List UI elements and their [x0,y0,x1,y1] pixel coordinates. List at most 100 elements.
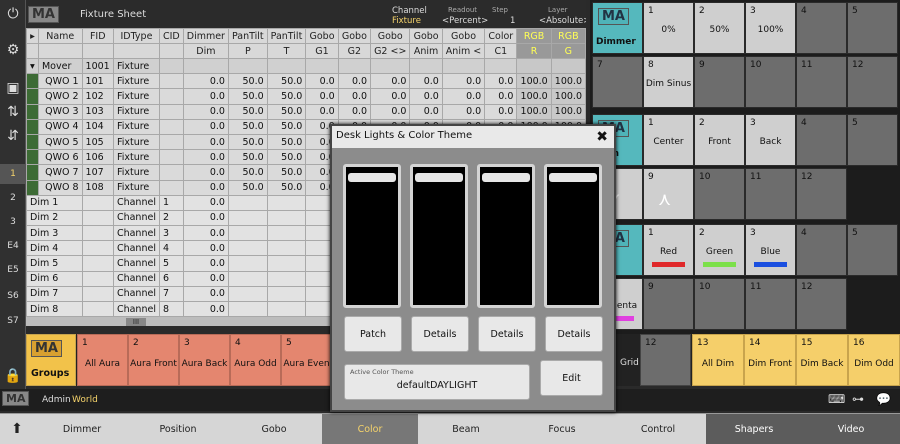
value-cell[interactable]: 0.0 [182,255,229,272]
value-cell[interactable]: 0.0 [337,73,372,90]
tab-color[interactable]: Color [322,414,418,444]
value-cell[interactable]: 0.0 [305,73,339,90]
preset-cell-d4[interactable]: 4 [796,2,847,54]
preset-cell-d11[interactable]: 11 [796,56,847,108]
value-cell[interactable]: 50.0 [227,73,268,90]
value-cell[interactable]: 0.0 [409,88,443,105]
value-cell[interactable]: 50.0 [266,149,307,166]
preset-cell-c3[interactable]: 3 Blue [745,224,796,276]
value-cell[interactable]: 0.0 [441,88,486,105]
value-cell[interactable]: 0.0 [305,88,339,105]
lock-icon[interactable]: 🔒 [0,368,26,384]
preset-cell-c12[interactable]: 12 [796,278,847,330]
column-subheader[interactable] [37,43,83,59]
value-cell[interactable]: 0.0 [182,240,229,257]
patch-button[interactable]: Patch [344,316,402,352]
group-cell[interactable]: 16 Dim Odd [848,334,900,386]
preset-cell-d12[interactable]: 12 [847,56,898,108]
preset-cell-c5[interactable]: 5 [847,224,898,276]
value-cell[interactable]: 0.0 [441,103,486,120]
preset-cell-c11[interactable]: 11 [745,278,796,330]
table-row[interactable]: QWO 2 102 Fixture 0.0 50.0 50.0 0.0 0.0 0.0 0.0 0.… [26,88,586,105]
value-cell[interactable]: 0.0 [370,88,411,105]
preset-cell-c9[interactable]: 9 [643,278,694,330]
keyboard-icon[interactable]: ⌨ [828,392,845,406]
value-cell[interactable]: 0.0 [370,103,411,120]
world-3[interactable]: 3 [0,217,26,227]
preset-cell-d9[interactable]: 9 [694,56,745,108]
tab-control[interactable]: Control [610,414,706,444]
column-subheader[interactable]: C1 [484,43,518,59]
tab-gobo[interactable]: Gobo [226,414,322,444]
value-cell[interactable]: 50.0 [227,118,268,135]
column-header[interactable]: PanTilt [227,28,268,44]
preset-cell-c1[interactable]: 1 Red [643,224,694,276]
value-cell[interactable]: 0.0 [182,209,229,227]
sliders-alt-icon[interactable]: ⇵ [0,128,26,144]
group-cell[interactable]: 12 [640,334,691,386]
collapse-icon[interactable]: ▾ [26,57,39,75]
tab-dimmer[interactable]: Dimmer [34,414,130,444]
network-icon[interactable]: ⊶ [852,392,864,406]
column-subheader[interactable] [112,43,160,59]
readout-value[interactable]: <Percent> [442,16,488,26]
value-cell[interactable]: 0.0 [409,103,443,120]
world-e5[interactable]: E5 [0,265,26,275]
value-cell[interactable]: 0.0 [182,194,229,211]
fixture-toggle[interactable]: Fixture [392,16,421,26]
fader-1[interactable] [343,164,401,308]
column-subheader[interactable]: G1 [305,43,339,59]
fader-3[interactable] [477,164,535,308]
edit-button[interactable]: Edit [540,360,603,396]
value-cell[interactable]: 0.0 [441,73,486,90]
value-cell[interactable]: 50.0 [227,149,268,166]
column-subheader[interactable]: R [516,43,552,59]
column-subheader[interactable] [81,43,114,59]
preset-cell-p12[interactable]: 12 [796,168,847,220]
group-cell[interactable]: 3 Aura Back [179,334,230,386]
tab-beam[interactable]: Beam [418,414,514,444]
column-subheader[interactable]: P [227,43,268,59]
column-header[interactable]: Gobo [305,28,339,44]
active-color-theme[interactable]: Active Color Theme defaultDAYLIGHT [344,364,530,400]
value-cell[interactable]: 0.0 [305,103,339,120]
value-cell[interactable]: 50.0 [266,133,307,151]
preset-cell-p10[interactable]: 10 [694,168,745,220]
preset-cell-d5[interactable]: 5 [847,2,898,54]
column-header[interactable]: PanTilt [266,28,307,44]
table-row[interactable]: QWO 3 103 Fixture 0.0 50.0 50.0 0.0 0.0 0.0 0.0 0.… [26,103,586,120]
preset-cell-p9[interactable]: 9 ⋏ [643,168,694,220]
column-header[interactable]: Color [484,28,518,44]
value-cell[interactable]: 100.0 [516,88,552,105]
table-row[interactable]: QWO 1 101 Fixture 0.0 50.0 50.0 0.0 0.0 0.0 0.0 0.… [26,73,586,90]
value-cell[interactable]: 50.0 [266,88,307,105]
column-subheader[interactable]: T [266,43,307,59]
value-cell[interactable]: 50.0 [266,103,307,120]
fader-2[interactable] [410,164,468,308]
value-cell[interactable]: 50.0 [227,88,268,105]
layer-value[interactable]: <Absolute> [539,16,586,26]
tab-shapers[interactable]: Shapers [706,414,802,444]
value-cell[interactable]: 0.0 [182,164,229,181]
value-cell[interactable]: 50.0 [227,164,268,181]
preset-cell-d1[interactable]: 1 0% [643,2,694,54]
column-subheader[interactable]: Dim [182,43,229,59]
preset-cell-p4[interactable]: 4 [796,114,847,166]
scroll-handle[interactable]: III [126,318,146,326]
preset-cell-d3[interactable]: 3 100% [745,2,796,54]
value-cell[interactable]: 0.0 [484,73,518,90]
column-header[interactable]: Dimmer [182,28,229,44]
column-header[interactable]: Gobo [409,28,443,44]
preset-cell-p3[interactable]: 3 Back [745,114,796,166]
value-cell[interactable]: 0.0 [337,88,372,105]
value-cell[interactable]: 100.0 [516,73,552,90]
chat-icon[interactable]: 💬 [876,392,891,406]
tab-focus[interactable]: Focus [514,414,610,444]
column-header[interactable]: RGB [550,28,586,44]
value-cell[interactable]: 0.0 [484,88,518,105]
preset-cell-d7[interactable]: 7 [592,56,643,108]
value-cell[interactable]: 0.0 [182,133,229,151]
column-subheader[interactable]: Anim < [441,43,486,59]
group-cell[interactable]: 2 Aura Front [128,334,179,386]
tab-video[interactable]: Video [802,414,900,444]
